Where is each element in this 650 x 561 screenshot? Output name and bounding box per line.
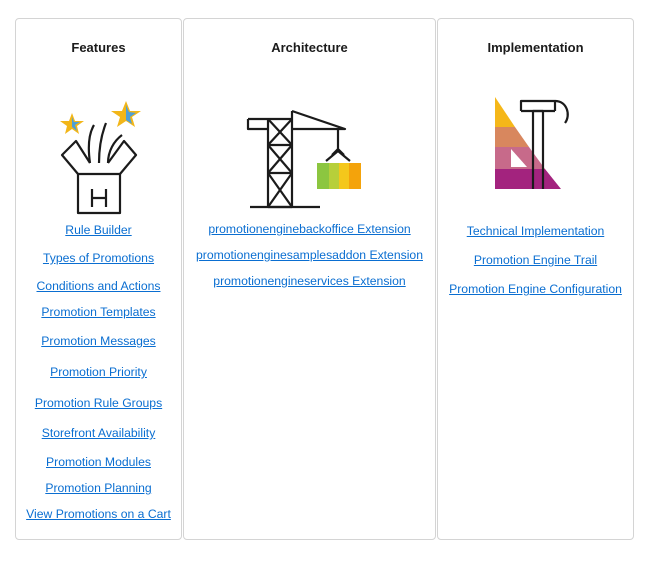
link-storefront-availability[interactable]: Storefront Availability (16, 426, 181, 440)
link-rule-builder[interactable]: Rule Builder (16, 223, 181, 237)
implementation-links: Technical Implementation Promotion Engin… (438, 225, 633, 312)
features-title: Features (71, 40, 126, 55)
link-promotion-planning[interactable]: Promotion Planning (16, 481, 181, 495)
link-promotion-engine-trail[interactable]: Promotion Engine Trail (438, 254, 633, 267)
link-promotion-engine-configuration[interactable]: Promotion Engine Configuration (438, 283, 633, 296)
link-promotionengineservices-extension[interactable]: promotionengineservices Extension (184, 275, 435, 288)
architecture-title: Architecture (271, 40, 348, 55)
features-links: Rule Builder Types of Promotions Conditi… (16, 223, 181, 521)
features-card: Features Rule Builder Types of Promotion… (15, 18, 182, 540)
link-types-of-promotions[interactable]: Types of Promotions (16, 251, 181, 265)
implementation-title: Implementation (487, 40, 584, 55)
architecture-links: promotionenginebackoffice Extension prom… (184, 223, 435, 301)
link-promotion-priority[interactable]: Promotion Priority (16, 365, 181, 379)
architecture-card: Architecture promotionenginebackoffice E… (183, 18, 436, 540)
link-promotion-modules[interactable]: Promotion Modules (16, 455, 181, 469)
link-promotion-messages[interactable]: Promotion Messages (16, 334, 181, 348)
gift-box-stars-icon (16, 89, 181, 219)
crane-icon (184, 89, 435, 219)
link-promotionenginebackoffice-extension[interactable]: promotionenginebackoffice Extension (184, 223, 435, 236)
ruler-triangle-icon (438, 89, 633, 219)
implementation-card: Implementation Technical Implementation … (437, 18, 634, 540)
link-view-promotions-on-a-cart[interactable]: View Promotions on a Cart (16, 507, 181, 521)
link-technical-implementation[interactable]: Technical Implementation (438, 225, 633, 238)
link-promotion-templates[interactable]: Promotion Templates (16, 305, 181, 319)
link-conditions-and-actions[interactable]: Conditions and Actions (16, 279, 181, 293)
link-promotion-rule-groups[interactable]: Promotion Rule Groups (16, 396, 181, 410)
link-promotionenginesamplesaddon-extension[interactable]: promotionenginesamplesaddon Extension (184, 249, 435, 262)
